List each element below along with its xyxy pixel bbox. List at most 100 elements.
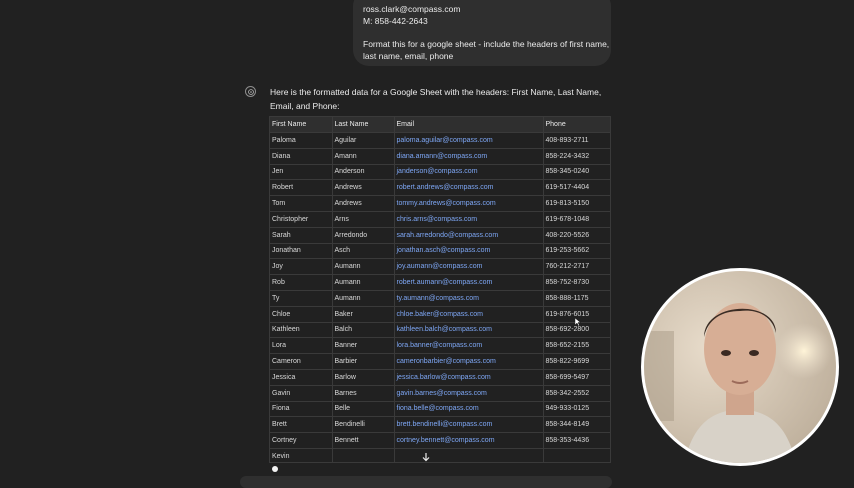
cell-last-name: Banner: [332, 337, 395, 355]
cell-first-name: Christopher: [270, 211, 333, 228]
table-row: Lora Banner lora.banner@compass.com 858-652…: [270, 337, 610, 355]
cell-phone: 858-353-4436: [543, 432, 610, 449]
cell-email[interactable]: robert.andrews@compass.com: [394, 179, 544, 197]
cell-email[interactable]: gavin.barnes@compass.com: [394, 385, 544, 402]
cell-first-name: Jessica: [270, 369, 333, 386]
cell-first-name: Lora: [270, 337, 333, 355]
table-row: Kathleen Balch kathleen.balch@compass.com 8…: [270, 322, 610, 339]
cell-first-name: Tom: [270, 195, 333, 212]
user-message-prompt-line-2: last name, email, phone: [363, 51, 454, 61]
cell-email[interactable]: janderson@compass.com: [394, 164, 544, 181]
webcam-overlay: [641, 268, 839, 466]
message-composer[interactable]: [240, 476, 612, 488]
cell-phone: 949-933-0125: [543, 401, 610, 418]
table-row: Brett Bendinelli brett.bendinelli@compass.…: [270, 416, 610, 434]
cell-last-name: Bendinelli: [332, 416, 395, 434]
cell-first-name: Jonathan: [270, 243, 333, 260]
table-row: Joy Aumann joy.aumann@compass.com 760-212-2…: [270, 258, 610, 276]
table-body: Paloma Aguilar paloma.aguilar@compass.com 4…: [270, 132, 610, 462]
table-row: Christopher Arns chris.arns@compass.com 619…: [270, 211, 610, 228]
table-row: Jen Anderson janderson@compass.com 858-345-…: [270, 164, 610, 181]
cell-email[interactable]: cortney.bennett@compass.com: [394, 432, 544, 449]
cell-email[interactable]: jessica.barlow@compass.com: [394, 369, 544, 386]
header-email: Email: [394, 117, 544, 133]
user-message-prompt-line-1: Format this for a google sheet - include…: [363, 39, 610, 49]
cell-phone: 858-888-1175: [543, 290, 610, 307]
cell-last-name: Aumann: [332, 290, 395, 307]
table-row: Kevin: [270, 448, 610, 462]
cell-last-name: Arredondo: [332, 227, 395, 244]
table-row: Cortney Bennett cortney.bennett@compass.co…: [270, 432, 610, 449]
cell-email[interactable]: paloma.aguilar@compass.com: [394, 132, 544, 149]
cell-email[interactable]: chloe.baker@compass.com: [394, 306, 544, 323]
cell-phone: 858-344-8149: [543, 416, 610, 434]
contacts-table: First Name Last Name Email Phone Paloma A…: [270, 117, 610, 462]
user-message-bubble: ross.clark@compass.com M: 858-442-2643 F…: [353, 0, 611, 66]
cell-first-name: Ty: [270, 290, 333, 307]
cell-first-name: Rob: [270, 274, 333, 291]
header-last-name: Last Name: [332, 117, 395, 133]
mouse-cursor-icon: [575, 318, 581, 326]
cell-email[interactable]: jonathan.asch@compass.com: [394, 243, 544, 260]
user-message-mobile-line: M: 858-442-2643: [363, 16, 428, 26]
cell-phone: 408-220-5526: [543, 227, 610, 244]
cell-email[interactable]: robert.aumann@compass.com: [394, 274, 544, 291]
cell-first-name: Kathleen: [270, 322, 333, 339]
cell-phone: 858-652-2155: [543, 337, 610, 355]
assistant-intro-text: Here is the formatted data for a Google …: [270, 87, 602, 111]
cell-phone: 858-822-9699: [543, 353, 610, 370]
table-header-row: First Name Last Name Email Phone: [270, 117, 610, 133]
cell-last-name: [332, 448, 395, 462]
cell-last-name: Aguilar: [332, 132, 395, 149]
table-row: Tom Andrews tommy.andrews@compass.com 619-8…: [270, 195, 610, 212]
user-message-email-line: ross.clark@compass.com: [363, 4, 461, 14]
cell-phone: 619-678-1048: [543, 211, 610, 228]
header-first-name: First Name: [270, 117, 333, 133]
cell-last-name: Aumann: [332, 274, 395, 291]
cell-email[interactable]: joy.aumann@compass.com: [394, 258, 544, 276]
cell-phone: 858-224-3432: [543, 148, 610, 165]
cell-email[interactable]: ty.aumann@compass.com: [394, 290, 544, 307]
cell-first-name: Paloma: [270, 132, 333, 149]
cell-last-name: Balch: [332, 322, 395, 339]
cell-email[interactable]: kathleen.balch@compass.com: [394, 322, 544, 339]
table-row: Paloma Aguilar paloma.aguilar@compass.com 4…: [270, 132, 610, 149]
cell-phone: 858-345-0240: [543, 164, 610, 181]
cell-last-name: Bennett: [332, 432, 395, 449]
cell-first-name: Fiona: [270, 401, 333, 418]
cell-last-name: Barnes: [332, 385, 395, 402]
cell-first-name: Joy: [270, 258, 333, 276]
cell-phone: 619-813-5150: [543, 195, 610, 212]
table-row: Diana Amann diana.amann@compass.com 858-224…: [270, 148, 610, 165]
cell-last-name: Barlow: [332, 369, 395, 386]
cell-first-name: Gavin: [270, 385, 333, 402]
table-row: Ty Aumann ty.aumann@compass.com 858-888-117…: [270, 290, 610, 307]
cell-email[interactable]: sarah.arredondo@compass.com: [394, 227, 544, 244]
table-row: Sarah Arredondo sarah.arredondo@compass.co…: [270, 227, 610, 244]
table-row: Jessica Barlow jessica.barlow@compass.com 8…: [270, 369, 610, 386]
cell-last-name: Aumann: [332, 258, 395, 276]
table-row: Robert Andrews robert.andrews@compass.com 6…: [270, 179, 610, 197]
cell-last-name: Asch: [332, 243, 395, 260]
cell-email[interactable]: chris.arns@compass.com: [394, 211, 544, 228]
presenter-video-image: [644, 271, 836, 463]
cell-last-name: Andrews: [332, 179, 395, 197]
cell-email[interactable]: lora.banner@compass.com: [394, 337, 544, 355]
cell-email[interactable]: tommy.andrews@compass.com: [394, 195, 544, 212]
cell-first-name: Kevin: [270, 448, 333, 462]
table-row: Jonathan Asch jonathan.asch@compass.com 619…: [270, 243, 610, 260]
contacts-table-container[interactable]: First Name Last Name Email Phone Paloma A…: [269, 116, 611, 463]
cell-last-name: Arns: [332, 211, 395, 228]
cell-email[interactable]: cameronbarbier@compass.com: [394, 353, 544, 370]
loading-dot: [272, 466, 278, 472]
cell-first-name: Sarah: [270, 227, 333, 244]
cell-phone: 619-253-5662: [543, 243, 610, 260]
cell-email[interactable]: [394, 448, 544, 462]
cell-email[interactable]: diana.amann@compass.com: [394, 148, 544, 165]
cell-first-name: Robert: [270, 179, 333, 197]
cell-email[interactable]: brett.bendinelli@compass.com: [394, 416, 544, 434]
cell-email[interactable]: fiona.belle@compass.com: [394, 401, 544, 418]
arrow-down-icon[interactable]: [418, 450, 434, 464]
cell-last-name: Belle: [332, 401, 395, 418]
table-row: Rob Aumann robert.aumann@compass.com 858-75…: [270, 274, 610, 291]
